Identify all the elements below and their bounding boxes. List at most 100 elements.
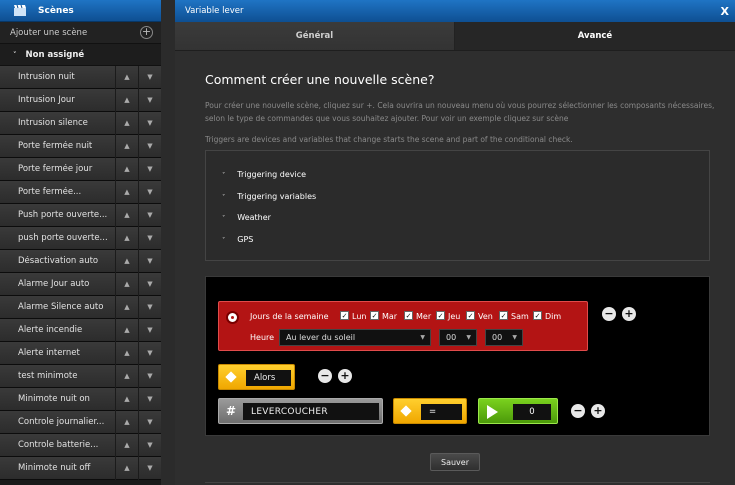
move-up-icon[interactable]: ▲ (115, 249, 138, 273)
scene-list-item[interactable]: Minimote nuit on ▲ ▼ (0, 387, 161, 411)
day-checkbox[interactable]: ✓ (533, 311, 542, 320)
close-icon[interactable]: X (721, 5, 729, 18)
scene-list-item[interactable]: push porte ouverte... ▲ ▼ (0, 226, 161, 250)
day-checkbox[interactable]: ✓ (370, 311, 379, 320)
minute-select[interactable]: 00 ▼ (485, 329, 523, 346)
remove-action-button[interactable]: − (571, 404, 585, 418)
move-down-icon[interactable]: ▼ (138, 134, 161, 158)
scene-list-item[interactable]: Intrusion silence ▲ ▼ (0, 111, 161, 135)
scene-list-item[interactable]: Intrusion nuit ▲ ▼ (0, 65, 161, 89)
scene-list-item[interactable]: Porte fermée... ▲ ▼ (0, 180, 161, 204)
move-down-icon[interactable]: ▼ (138, 203, 161, 227)
tab-bar: Général Avancé (175, 22, 735, 51)
day-checkbox[interactable]: ✓ (404, 311, 413, 320)
move-up-icon[interactable]: ▲ (115, 295, 138, 319)
scene-name: Minimote nuit on (18, 394, 90, 404)
move-up-icon[interactable]: ▲ (115, 364, 138, 388)
add-condition-button[interactable]: + (622, 307, 636, 321)
scene-list-item[interactable]: Alarme Silence auto ▲ ▼ (0, 295, 161, 319)
move-up-icon[interactable]: ▲ (115, 226, 138, 250)
move-up-icon[interactable]: ▲ (115, 65, 138, 89)
add-then-button[interactable]: + (338, 369, 352, 383)
trigger-weather[interactable]: ˅ Weather (222, 213, 271, 222)
chevron-down-icon: ˅ (222, 235, 226, 244)
scene-editor-window: Variable lever X Général Avancé Comment … (175, 0, 735, 485)
group-unassigned[interactable]: ˅ Non assigné (0, 44, 161, 66)
move-up-icon[interactable]: ▲ (115, 318, 138, 342)
scene-list-item[interactable]: Controle journalier... ▲ ▼ (0, 410, 161, 434)
move-down-icon[interactable]: ▼ (138, 180, 161, 204)
trigger-triggering-variables[interactable]: ˅ Triggering variables (222, 192, 316, 201)
day-checkbox[interactable]: ✓ (466, 311, 475, 320)
trigger-gps[interactable]: ˅ GPS (222, 235, 253, 244)
move-up-icon[interactable]: ▲ (115, 456, 138, 480)
scene-list-item[interactable]: Intrusion Jour ▲ ▼ (0, 88, 161, 112)
scene-name: Intrusion nuit (18, 72, 75, 82)
remove-then-button[interactable]: − (318, 369, 332, 383)
tab-advanced[interactable]: Avancé (455, 22, 735, 50)
value-block[interactable]: 0 (478, 398, 558, 424)
day-checkbox[interactable]: ✓ (436, 311, 445, 320)
scene-list-item[interactable]: Push porte ouverte... ▲ ▼ (0, 203, 161, 227)
add-scene-button[interactable]: Ajouter une scène + (0, 22, 161, 44)
scene-list-item[interactable]: Alerte incendie ▲ ▼ (0, 318, 161, 342)
scene-list-item[interactable]: Alerte internet ▲ ▼ (0, 341, 161, 365)
page-heading: Comment créer une nouvelle scène? (205, 72, 435, 87)
move-down-icon[interactable]: ▼ (138, 111, 161, 135)
move-up-icon[interactable]: ▲ (115, 88, 138, 112)
variable-name: LEVERCOUCHER (243, 403, 379, 420)
move-down-icon[interactable]: ▼ (138, 387, 161, 411)
scene-list-item[interactable]: Controle batterie... ▲ ▼ (0, 433, 161, 457)
move-up-icon[interactable]: ▲ (115, 134, 138, 158)
scene-list-item[interactable]: Porte fermée jour ▲ ▼ (0, 157, 161, 181)
move-down-icon[interactable]: ▼ (138, 341, 161, 365)
scene-list-item[interactable]: test minimote ▲ ▼ (0, 364, 161, 388)
move-down-icon[interactable]: ▼ (138, 88, 161, 112)
sidebar-title: Scènes (38, 5, 74, 16)
hour-select[interactable]: 00 ▼ (439, 329, 477, 346)
move-up-icon[interactable]: ▲ (115, 272, 138, 296)
operator-block[interactable]: = (393, 398, 467, 424)
trigger-triggering-device[interactable]: ˅ Triggering device (222, 170, 306, 179)
remove-condition-button[interactable]: − (602, 307, 616, 321)
scene-list-item[interactable]: Désactivation auto ▲ ▼ (0, 249, 161, 273)
variable-block[interactable]: # LEVERCOUCHER (218, 398, 383, 424)
scene-name: Intrusion Jour (18, 95, 75, 105)
save-button[interactable]: Sauver (430, 453, 480, 471)
move-up-icon[interactable]: ▲ (115, 180, 138, 204)
scene-list-item[interactable]: Minimote nuit off ▲ ▼ (0, 456, 161, 480)
day-checkbox[interactable]: ✓ (499, 311, 508, 320)
then-block[interactable]: Alors (218, 364, 295, 390)
scene-name: Alerte internet (18, 348, 80, 358)
scene-list-item[interactable]: Porte fermée nuit ▲ ▼ (0, 134, 161, 158)
add-action-button[interactable]: + (591, 404, 605, 418)
add-scene-label: Ajouter une scène (10, 27, 88, 38)
plus-circle-icon[interactable]: + (140, 26, 153, 39)
move-up-icon[interactable]: ▲ (115, 433, 138, 457)
move-down-icon[interactable]: ▼ (138, 318, 161, 342)
move-up-icon[interactable]: ▲ (115, 157, 138, 181)
play-icon (487, 405, 498, 419)
move-up-icon[interactable]: ▲ (115, 203, 138, 227)
move-up-icon[interactable]: ▲ (115, 410, 138, 434)
move-down-icon[interactable]: ▼ (138, 249, 161, 273)
condition-radio[interactable] (226, 311, 239, 324)
move-down-icon[interactable]: ▼ (138, 157, 161, 181)
move-down-icon[interactable]: ▼ (138, 456, 161, 480)
group-label: Non assigné (25, 49, 85, 60)
day-checkbox[interactable]: ✓ (340, 311, 349, 320)
tab-general[interactable]: Général (175, 22, 455, 50)
move-up-icon[interactable]: ▲ (115, 111, 138, 135)
move-down-icon[interactable]: ▼ (138, 272, 161, 296)
move-down-icon[interactable]: ▼ (138, 295, 161, 319)
scene-list-item[interactable]: Alarme Jour auto ▲ ▼ (0, 272, 161, 296)
move-down-icon[interactable]: ▼ (138, 65, 161, 89)
move-down-icon[interactable]: ▼ (138, 433, 161, 457)
move-down-icon[interactable]: ▼ (138, 410, 161, 434)
move-down-icon[interactable]: ▼ (138, 226, 161, 250)
move-up-icon[interactable]: ▲ (115, 387, 138, 411)
time-select[interactable]: Au lever du soleil ▼ (279, 329, 431, 346)
move-down-icon[interactable]: ▼ (138, 364, 161, 388)
move-up-icon[interactable]: ▲ (115, 341, 138, 365)
sidebar-header: Scènes (0, 0, 161, 22)
